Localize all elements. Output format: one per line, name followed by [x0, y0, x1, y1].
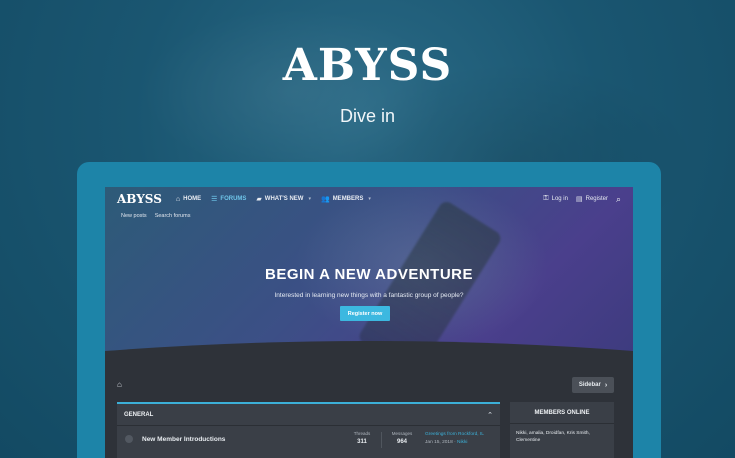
site-preview: ABYSS ⌂ HOME ☰ FORUMS ▰ WHAT'S NEW ▾ 👥 M…	[105, 187, 633, 458]
forum-category-panel: GENERAL ⌃ New Member Introductions Threa…	[117, 402, 500, 458]
sidebar-button[interactable]: Sidebar ›	[572, 377, 614, 393]
forum-name[interactable]: New Member Introductions	[142, 436, 225, 443]
register-link[interactable]: ▤ Register	[576, 195, 608, 203]
nav-forums[interactable]: ☰ FORUMS	[211, 195, 246, 203]
members-online-panel: MEMBERS ONLINE Nikki, amalia, Droidfan, …	[510, 402, 614, 458]
category-header[interactable]: GENERAL ⌃	[117, 404, 500, 426]
nav-forums-label: FORUMS	[220, 196, 247, 202]
nav-account: ⚿ Log in ▤ Register ⌕	[543, 194, 621, 205]
sub-navigation: New posts Search forums	[121, 213, 198, 219]
nav-whats-new-label: WHAT'S NEW	[264, 196, 304, 202]
messages-count: 964	[396, 439, 407, 445]
banner-wave	[105, 341, 633, 377]
members-online-list[interactable]: Nikki, amalia, Droidfan, Kris Smith, Cle…	[510, 424, 614, 450]
forums-icon: ☰	[211, 196, 218, 203]
last-post-user[interactable]: Nikki	[457, 440, 467, 445]
register-now-button[interactable]: Register now	[340, 306, 390, 321]
nav-whats-new[interactable]: ▰ WHAT'S NEW ▾	[256, 195, 311, 203]
nav-home[interactable]: ⌂ HOME	[176, 196, 201, 203]
hero-tagline: Dive in	[339, 106, 396, 126]
messages-label: Messages	[391, 431, 413, 436]
chevron-down-icon[interactable]: ▾	[368, 196, 371, 202]
category-title: GENERAL	[124, 411, 154, 418]
last-post: Greetings from Rockford, IL Jan 15, 2018…	[425, 431, 484, 447]
register-icon: ▤	[575, 196, 583, 203]
stat-divider	[381, 432, 382, 448]
register-label: Register	[585, 196, 608, 202]
forum-row[interactable]: New Member Introductions Threads 311 Mes…	[117, 426, 500, 454]
whats-new-icon: ▰	[256, 196, 262, 203]
site-logo[interactable]: ABYSS	[117, 192, 162, 206]
threads-stat: Threads 311	[347, 431, 377, 445]
home-icon: ⌂	[175, 195, 181, 203]
messages-stat: Messages 964	[387, 431, 417, 445]
search-icon[interactable]: ⌕	[616, 194, 621, 205]
last-post-date: Jan 15, 2018	[425, 440, 453, 445]
login-label: Log in	[551, 196, 568, 202]
breadcrumb-home-icon[interactable]: ⌂	[117, 380, 122, 389]
threads-label: Threads	[353, 431, 371, 436]
cta-subtitle: Interested in learning new things with a…	[274, 292, 464, 299]
members-online-title: MEMBERS ONLINE	[510, 402, 614, 424]
sidebar-button-label: Sidebar	[578, 382, 601, 388]
threads-count: 311	[357, 439, 367, 445]
top-navigation: ABYSS ⌂ HOME ☰ FORUMS ▰ WHAT'S NEW ▾ 👥 M…	[105, 187, 633, 211]
forum-status-icon	[125, 435, 133, 443]
subnav-search-forums[interactable]: Search forums	[155, 213, 191, 219]
cta-title: BEGIN A NEW ADVENTURE	[264, 266, 473, 283]
subnav-new-posts[interactable]: New posts	[121, 213, 147, 219]
chevron-right-icon: ›	[604, 381, 608, 389]
nav-home-label: HOME	[183, 196, 202, 202]
nav-members[interactable]: 👥 MEMBERS ▾	[321, 195, 371, 203]
key-icon: ⚿	[543, 195, 549, 202]
login-link[interactable]: ⚿ Log in	[543, 195, 568, 203]
chevron-up-icon[interactable]: ⌃	[487, 411, 493, 419]
nav-members-label: MEMBERS	[332, 196, 364, 202]
hero-title: ABYSS	[282, 40, 453, 91]
last-post-title[interactable]: Greetings from Rockford, IL	[425, 431, 484, 439]
members-icon: 👥	[320, 196, 330, 203]
chevron-down-icon[interactable]: ▾	[308, 196, 311, 202]
